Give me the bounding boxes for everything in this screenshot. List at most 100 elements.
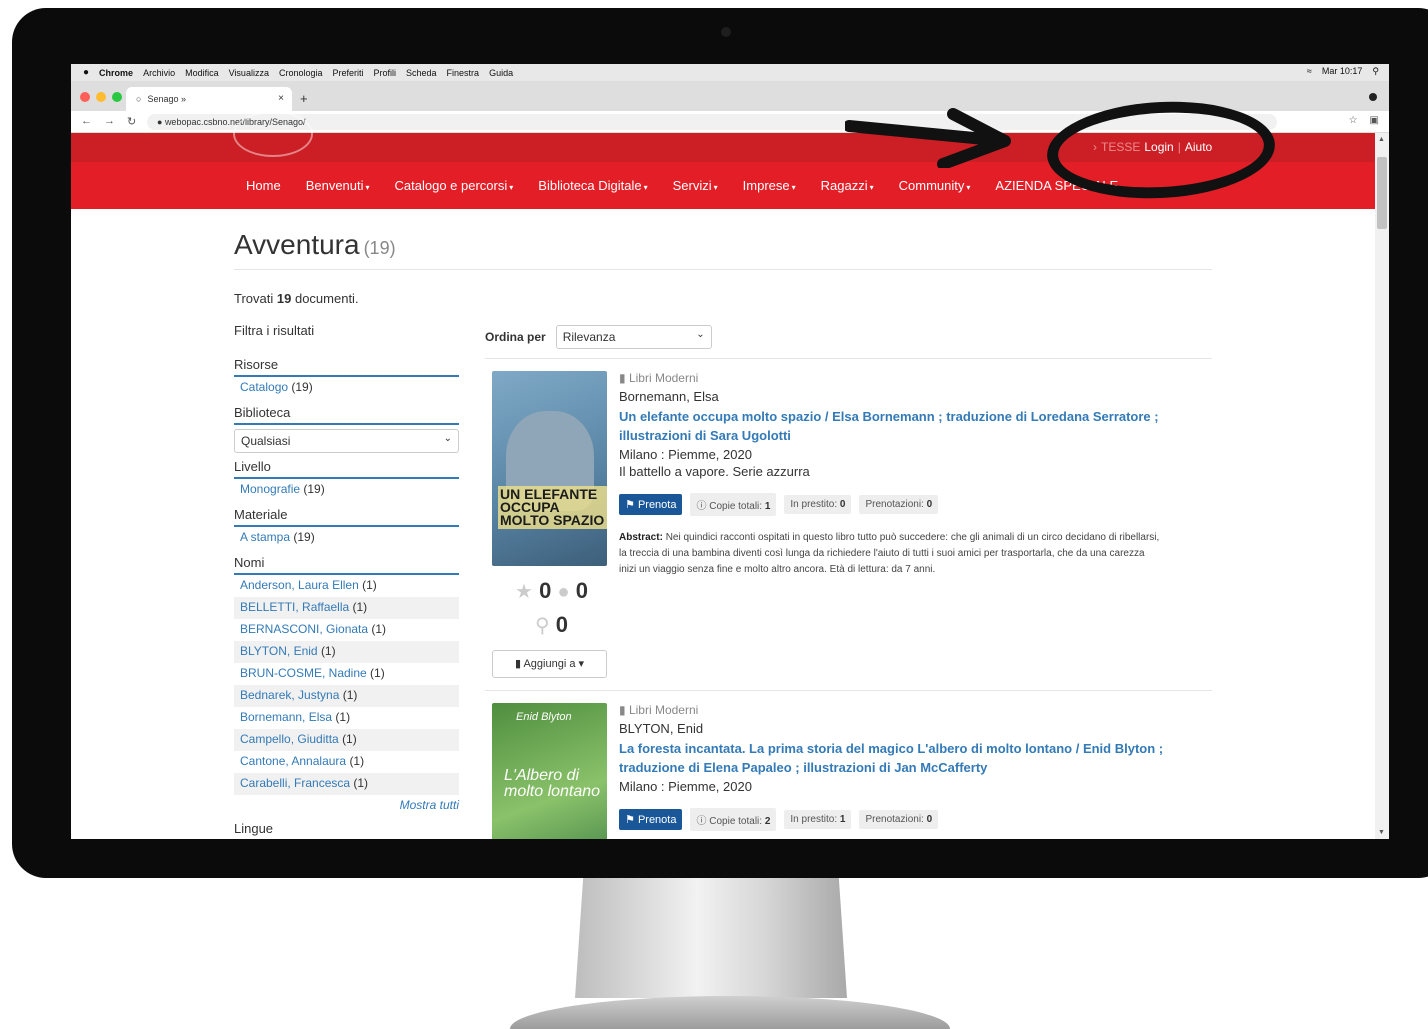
filter-materiale-item[interactable]: A stampa (19) — [234, 527, 459, 549]
copies-value: 1 — [764, 501, 771, 512]
minimize-window-icon[interactable] — [96, 92, 106, 102]
nav-item-label: Community — [898, 178, 965, 193]
caret-down-icon: ▾ — [578, 658, 585, 670]
record-type: ▮ Libri Moderni — [619, 371, 1209, 385]
star-icon[interactable]: ★ — [515, 581, 533, 603]
filter-nomi-item[interactable]: BELLETTI, Raffaella (1) — [234, 597, 459, 619]
filter-item-name: BRUN-COSME, Nadine — [240, 666, 367, 680]
bookmark-star-icon[interactable]: ☆ — [1349, 115, 1358, 126]
nav-item[interactable]: Home — [246, 178, 281, 193]
flag-icon: ⚑ — [625, 814, 635, 826]
browser-menu-icon[interactable] — [1369, 93, 1377, 101]
filter-nomi-item[interactable]: BLYTON, Enid (1) — [234, 641, 459, 663]
filter-item-name: BERNASCONI, Gionata — [240, 622, 369, 636]
menu-finestra[interactable]: Finestra — [447, 68, 480, 78]
filter-livello-label: Livello — [234, 459, 459, 479]
filter-nomi-item[interactable]: BERNASCONI, Gionata (1) — [234, 619, 459, 641]
loan-label: In prestito: — [790, 814, 838, 825]
loan-badge: In prestito: 1 — [784, 810, 852, 829]
filter-nomi-item[interactable]: Carabelli, Francesca (1) — [234, 773, 459, 795]
page-title-text: Avventura — [234, 229, 360, 260]
filter-nomi-item[interactable]: Cantone, Annalaura (1) — [234, 751, 459, 773]
comment-icon[interactable]: ● — [557, 581, 569, 603]
menu-guida[interactable]: Guida — [489, 68, 513, 78]
biblioteca-select[interactable]: Qualsiasi ⌄ — [234, 429, 459, 453]
nav-item[interactable]: Benvenuti ▾ — [306, 178, 370, 193]
record-title-link[interactable]: Un elefante occupa molto spazio / Elsa B… — [619, 407, 1209, 445]
extension-icon[interactable]: ▣ — [1370, 115, 1379, 126]
reload-icon[interactable]: ↻ — [127, 115, 136, 128]
nav-item[interactable]: Biblioteca Digitale ▾ — [538, 178, 647, 193]
maximize-window-icon[interactable] — [112, 92, 122, 102]
reserve-button[interactable]: ⚑ Prenota — [619, 809, 683, 830]
menu-app-name[interactable]: Chrome — [99, 68, 133, 78]
annotation-arrow — [845, 108, 1011, 168]
nav-item[interactable]: Catalogo e percorsi ▾ — [395, 178, 514, 193]
filter-item-count: (1) — [320, 644, 336, 658]
filter-livello-item[interactable]: Monografie (19) — [234, 479, 459, 501]
nav-item[interactable]: Servizi ▾ — [673, 178, 718, 193]
book-cover[interactable]: UN ELEFANTE OCCUPA MOLTO SPAZIO — [492, 371, 607, 566]
close-window-icon[interactable] — [80, 92, 90, 102]
reservations-value: 0 — [926, 814, 933, 825]
record-title-link[interactable]: La foresta incantata. La prima storia de… — [619, 739, 1209, 777]
record-author: BLYTON, Enid — [619, 721, 704, 736]
browser-tab[interactable]: ○ Senago » × — [126, 87, 292, 111]
record-stats: ★ 0 ● 0 ⚲ 0 — [504, 578, 599, 638]
scrollbar-thumb[interactable] — [1377, 157, 1387, 229]
scroll-up-icon[interactable]: ▲ — [1378, 136, 1385, 143]
filter-item-count: (1) — [352, 600, 368, 614]
filter-nomi-item[interactable]: Campello, Giuditta (1) — [234, 729, 459, 751]
record-publisher: Milano : Piemme, 2020 — [619, 779, 752, 794]
show-all-link[interactable]: Mostra tutti — [234, 795, 459, 815]
copies-value: 2 — [764, 816, 771, 827]
menu-clock[interactable]: Mar 10:17 — [1322, 66, 1363, 77]
menu-preferiti[interactable]: Preferiti — [332, 68, 363, 78]
menu-scheda[interactable]: Scheda — [406, 68, 437, 78]
menu-visualizza[interactable]: Visualizza — [229, 68, 269, 78]
filter-nomi-item[interactable]: Anderson, Laura Ellen (1) — [234, 575, 459, 597]
map-pin-icon[interactable]: ⚲ — [535, 615, 550, 637]
apple-icon[interactable]: ● — [83, 67, 89, 78]
photo-stage: ● Chrome Archivio Modifica Visualizza Cr… — [0, 0, 1428, 1029]
found-number: 19 — [276, 291, 292, 306]
caret-down-icon: ▾ — [713, 183, 718, 192]
nav-item[interactable]: Ragazzi ▾ — [821, 178, 874, 193]
page-scrollbar[interactable]: ▲ ▼ — [1375, 133, 1389, 839]
reservations-label: Prenotazioni: — [865, 814, 924, 825]
filter-item-name: BLYTON, Enid — [240, 644, 318, 658]
nomi-list: Anderson, Laura Ellen (1) BELLETTI, Raffa… — [234, 575, 459, 795]
info-icon: ⓘ — [696, 816, 707, 827]
add-to-button[interactable]: ▮ Aggiungi a ▾ — [492, 650, 607, 678]
sort-select[interactable]: Rilevanza ⌄ — [555, 325, 712, 349]
scroll-down-icon[interactable]: ▼ — [1378, 829, 1385, 836]
nav-item[interactable]: Community ▾ — [899, 178, 971, 193]
filter-nomi-item[interactable]: Bednarek, Justyna (1) — [234, 685, 459, 707]
site-logo[interactable] — [233, 111, 313, 157]
menu-modifica[interactable]: Modifica — [185, 68, 219, 78]
spotlight-icon[interactable]: ⚲ — [1372, 66, 1379, 77]
reserve-button[interactable]: ⚑ Prenota — [619, 494, 683, 515]
back-icon[interactable]: ← — [81, 115, 92, 128]
record-info: ▮ Libri Moderni Bornemann, Elsa Un elefa… — [619, 371, 1209, 578]
filter-nomi-item[interactable]: BRUN-COSME, Nadine (1) — [234, 663, 459, 685]
menu-profili[interactable]: Profili — [374, 68, 397, 78]
wifi-icon[interactable]: ≈ — [1307, 66, 1312, 77]
comments-count: 0 — [575, 578, 588, 603]
reserve-label: Prenota — [637, 499, 677, 511]
filter-item-name: Monografie — [240, 482, 301, 496]
filter-risorse-label: Risorse — [234, 357, 459, 377]
new-tab-button[interactable]: + — [300, 91, 308, 106]
forward-icon[interactable]: → — [104, 115, 115, 128]
menu-cronologia[interactable]: Cronologia — [279, 68, 323, 78]
filter-risorse-item[interactable]: Catalogo (19) — [234, 377, 459, 399]
nav-item[interactable]: Imprese ▾ — [743, 178, 796, 193]
menu-archivio[interactable]: Archivio — [143, 68, 175, 78]
tab-close-icon[interactable]: × — [278, 93, 284, 104]
loan-value: 0 — [839, 499, 846, 510]
page-title: Avventura (19) — [234, 229, 396, 261]
nav-item-label: Imprese — [742, 178, 790, 193]
book-cover[interactable]: Enid Blyton L'Albero di molto lontano — [492, 703, 607, 839]
filter-nomi-item[interactable]: Bornemann, Elsa (1) — [234, 707, 459, 729]
record-publisher: Milano : Piemme, 2020 — [619, 447, 752, 462]
